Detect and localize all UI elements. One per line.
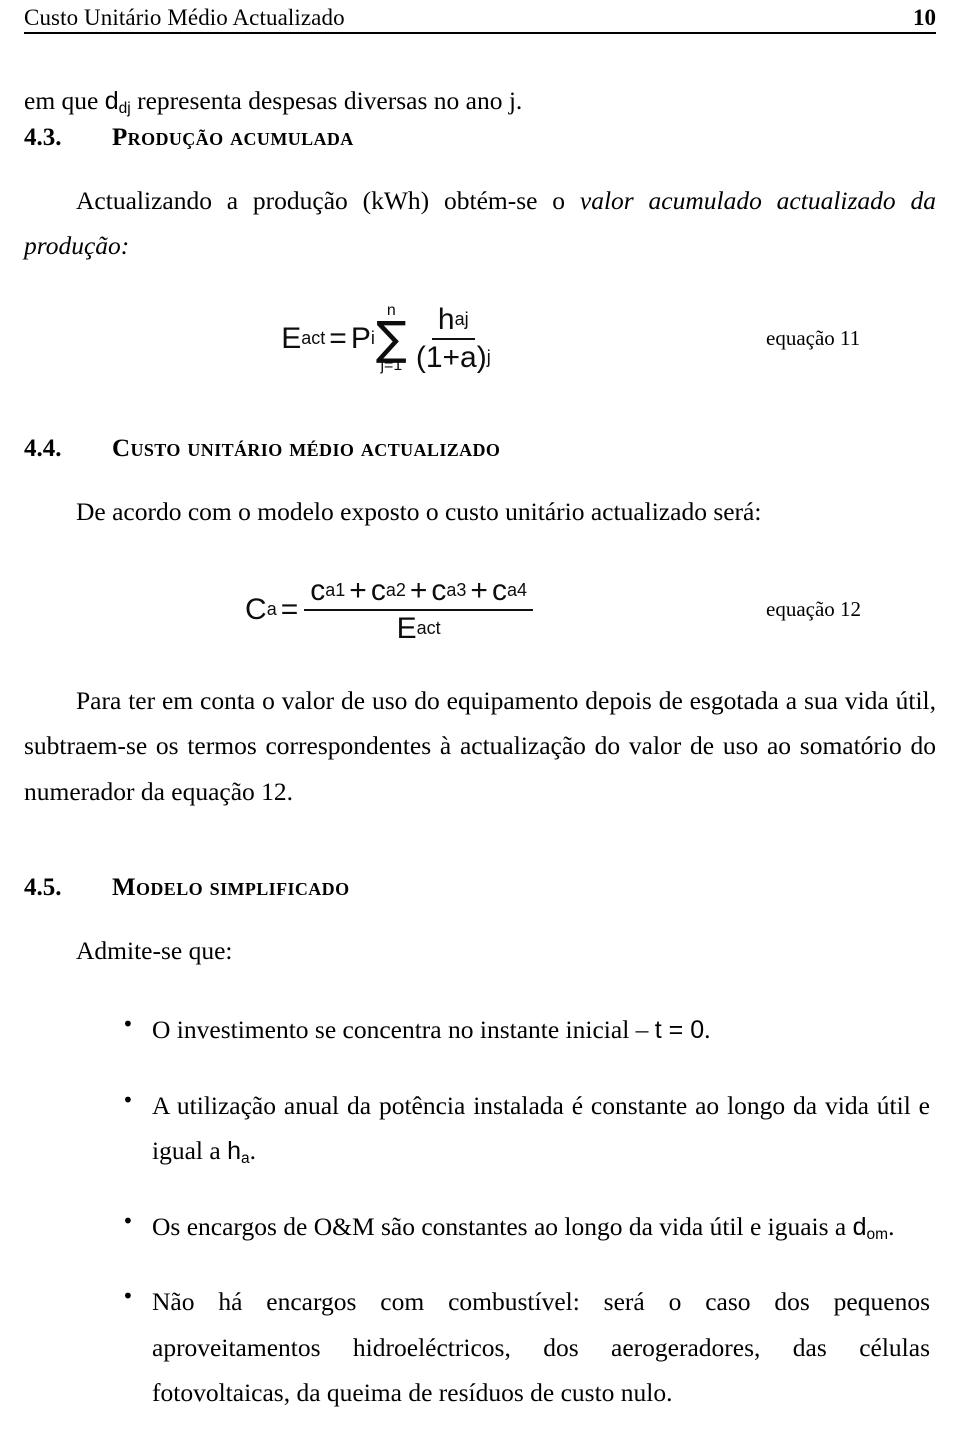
symbol-d-dj: ddj — [104, 87, 131, 118]
equation-11-label: equação 11 — [766, 326, 861, 351]
summation-operator: n ∑ j=1 — [375, 302, 407, 375]
intro-text-after: representa despesas diversas no ano j. — [130, 86, 523, 116]
fraction-denominator: (1+a) j — [415, 340, 491, 374]
sigma-icon: ∑ — [375, 310, 407, 365]
equation-12-lhs: Ca — [245, 592, 277, 626]
symbol-d-om: dom — [852, 1212, 889, 1243]
equation-12-row: Ca = c a1 + c a2 + c a3 + c a4 Eact equação … — [24, 574, 936, 646]
plus-sign: + — [349, 573, 367, 607]
list-item-text-part: Os encargos de O&M são constantes ao lon… — [152, 1211, 853, 1241]
bullet-icon: • — [122, 1208, 134, 1233]
section-title: Custo unitário médio actualizado — [112, 434, 501, 462]
intro-text-before: em que — [24, 86, 105, 116]
list-item-text: A utilização anual da potência instalada… — [152, 1083, 936, 1174]
section-number: 4.4. — [24, 434, 62, 462]
list-item-text-part: . — [704, 1015, 711, 1045]
equation-11-fraction: h aj (1+a) j — [410, 303, 497, 375]
equation-12-expression: Ca = c a1 + c a2 + c a3 + c a4 Eact — [24, 574, 756, 646]
section-number: 4.3. — [24, 123, 62, 151]
paragraph-plain-text: Actualizando a produção (kWh) obtém-se o — [76, 185, 580, 215]
list-item: • Não há encargos com combustível: será … — [24, 1279, 936, 1415]
numerator-term-4: c a4 — [491, 573, 527, 607]
section-heading-4-4: 4.4. Custo unitário médio actualizado — [24, 435, 936, 463]
bullet-icon: • — [122, 1284, 134, 1309]
equation-11-row: Eact = Pi n ∑ j=1 h aj (1+a) j equação 11 — [24, 302, 936, 375]
section-number: 4.5. — [24, 874, 62, 902]
document-page: Custo Unitário Médio Actualizado 10 em q… — [0, 0, 960, 1450]
equation-11-factor: Pi — [350, 321, 375, 355]
fraction-denominator: Eact — [396, 611, 441, 645]
header-title: Custo Unitário Médio Actualizado — [24, 5, 345, 30]
section-title: Produção acumulada — [112, 123, 354, 151]
list-item: • A utilização anual da potência instala… — [24, 1083, 936, 1174]
list-item: • O investimento se concentra no instant… — [24, 1007, 936, 1053]
plus-sign: + — [409, 573, 428, 607]
list-item-text-part: O investimento se concentra no instante … — [152, 1015, 655, 1045]
header-divider — [24, 32, 936, 35]
section-heading-4-3: 4.3. Produção acumulada — [24, 124, 936, 152]
page-header: Custo Unitário Médio Actualizado 10 — [24, 0, 936, 30]
fraction-numerator: h aj — [431, 303, 475, 340]
equation-12-fraction: c a1 + c a2 + c a3 + c a4 Eact — [304, 574, 533, 646]
equals-sign: = — [280, 592, 299, 626]
intro-paragraph: em que ddj representa despesas diversas … — [24, 78, 936, 124]
list-item-text: Não há encargos com combustível: será o … — [152, 1287, 930, 1408]
post-equation-paragraph: Para ter em conta o valor de uso do equi… — [24, 685, 936, 806]
list-item-text: Os encargos de O&M são constantes ao lon… — [152, 1204, 936, 1250]
list-item-text: O investimento se concentra no instante … — [152, 1007, 936, 1053]
section-4-4-paragraph: De acordo com o modelo exposto o custo u… — [76, 496, 762, 526]
equation-11-lhs: Eact — [281, 321, 326, 355]
equation-11-expression: Eact = Pi n ∑ j=1 h aj (1+a) j — [24, 302, 756, 375]
list-item-text-part: . — [888, 1211, 895, 1241]
bullet-icon: • — [122, 1087, 134, 1112]
list-item: • Os encargos de O&M são constantes ao l… — [24, 1204, 936, 1250]
paragraph-tail-text: : — [120, 231, 130, 261]
section-4-3-paragraph: Actualizando a produção (kWh) obtém-se o… — [24, 178, 936, 269]
bullet-icon: • — [122, 1012, 134, 1037]
section-heading-4-5: 4.5. Modelo simplificado — [24, 874, 936, 902]
symbol-t-equals-zero: t = 0 — [654, 1016, 705, 1045]
assumptions-list: • O investimento se concentra no instant… — [24, 1007, 936, 1415]
numerator-term-1: c a1 — [310, 573, 346, 607]
list-item-text-part: A utilização anual da potência instalada… — [152, 1090, 930, 1166]
summation-lower-limit: j=1 — [380, 357, 403, 375]
page-number: 10 — [913, 5, 936, 30]
plus-sign: + — [470, 573, 488, 607]
fraction-numerator: c a1 + c a2 + c a3 + c a4 — [304, 574, 533, 611]
numerator-term-3: c a3 — [431, 573, 467, 607]
equation-12-label: equação 12 — [766, 597, 862, 622]
section-title: Modelo simplificado — [112, 874, 350, 902]
section-4-5-paragraph: Admite-se que: — [76, 936, 233, 966]
list-item-text-part: . — [249, 1136, 256, 1166]
symbol-h-a: ha — [227, 1137, 250, 1168]
equals-sign: = — [329, 321, 347, 355]
numerator-term-2: c a2 — [370, 573, 406, 607]
